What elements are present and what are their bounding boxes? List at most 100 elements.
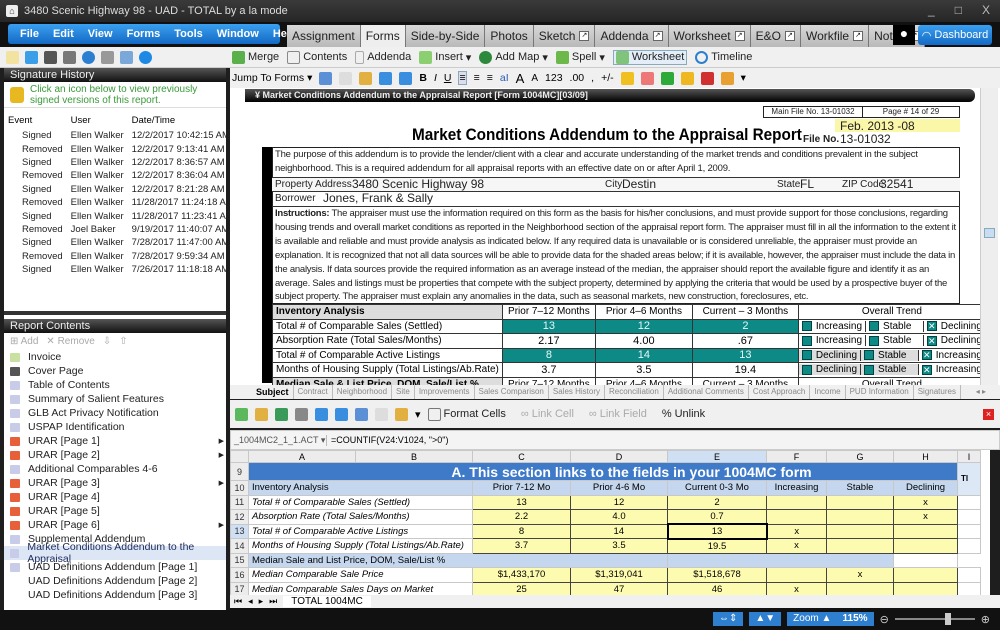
- sheet-cell[interactable]: [893, 523, 958, 539]
- sheet-cell[interactable]: 2.2: [472, 509, 571, 525]
- menu-file[interactable]: File: [20, 28, 39, 40]
- sheet-cell[interactable]: Declining: [893, 480, 958, 496]
- fit-icon[interactable]: ⇔⇕: [712, 612, 744, 626]
- row-number[interactable]: 15: [230, 552, 249, 568]
- sheet-cell[interactable]: Prior 4-6 Mo: [570, 480, 668, 496]
- align-left-icon[interactable]: ≡: [458, 71, 467, 85]
- sheet-cell[interactable]: [826, 581, 894, 595]
- italic-button[interactable]: I: [434, 72, 437, 84]
- signature-row[interactable]: Removed Ellen Walker 12/2/2017 8:36:04 AM: [4, 169, 226, 182]
- sheet-cell[interactable]: x: [893, 509, 958, 525]
- signature-row[interactable]: Signed Ellen Walker 12/2/2017 10:42:15 AM: [4, 129, 226, 142]
- sheet-cell[interactable]: Stable: [826, 480, 894, 496]
- report-item[interactable]: URAR [Page 5]: [4, 504, 226, 518]
- tab-sketch[interactable]: Sketch ↗: [533, 25, 596, 47]
- form-tab-signatures[interactable]: Signatures: [914, 385, 961, 399]
- row-number[interactable]: 11: [230, 494, 249, 510]
- column-i-header[interactable]: Tl: [957, 462, 981, 496]
- signature-row[interactable]: Removed Ellen Walker 11/28/2017 11:24:18 A…: [4, 196, 226, 209]
- tab-scroll-icon[interactable]: ◂ ▸: [972, 385, 990, 399]
- report-item[interactable]: USPAP Identification: [4, 420, 226, 434]
- redo-icon[interactable]: [399, 71, 413, 85]
- sheet-cell[interactable]: x: [893, 494, 958, 510]
- comment-yellow-icon[interactable]: [680, 71, 694, 85]
- menu-tools[interactable]: Tools: [174, 28, 203, 40]
- report-item[interactable]: URAR [Page 1] ▶: [4, 434, 226, 448]
- submenu-arrow-icon[interactable]: ▶: [219, 521, 224, 529]
- zoom-out-icon[interactable]: ⊖: [880, 613, 889, 626]
- signature-row[interactable]: Signed Ellen Walker 11/28/2017 11:23:41 AM: [4, 209, 226, 222]
- new-icon[interactable]: [6, 50, 19, 64]
- sheet-cell[interactable]: 8: [472, 523, 571, 539]
- open-sheet-icon[interactable]: [255, 407, 268, 421]
- trend-checkbox[interactable]: Stable: [865, 320, 923, 332]
- column-header[interactable]: E: [667, 450, 767, 463]
- sheet-cell[interactable]: [826, 523, 894, 539]
- contents-button[interactable]: Contents: [287, 50, 347, 64]
- pen-icon[interactable]: [101, 50, 114, 64]
- signature-row[interactable]: Removed Ellen Walker 7/28/2017 9:59:34 AM: [4, 250, 226, 263]
- sheet-cell[interactable]: [893, 581, 958, 595]
- sheet-cell[interactable]: [957, 538, 981, 554]
- last-sheet-icon[interactable]: ⏭: [269, 596, 277, 607]
- popout-icon[interactable]: ↗: [652, 31, 663, 41]
- sheet-cell[interactable]: 13: [472, 494, 571, 510]
- menu-view[interactable]: View: [88, 28, 113, 40]
- open-icon[interactable]: [25, 50, 38, 64]
- dashboard-button[interactable]: ◠ Dashboard: [918, 25, 992, 45]
- lock-icon[interactable]: [620, 71, 634, 85]
- sheet-cell[interactable]: [957, 494, 981, 510]
- popout-icon[interactable]: ↗: [734, 31, 745, 41]
- formula-input[interactable]: =COUNTIF(V24:V1024, ">0"): [327, 435, 448, 445]
- new-sheet-icon[interactable]: [235, 407, 248, 421]
- report-item[interactable]: Summary of Salient Features: [4, 392, 226, 406]
- trend-checkbox[interactable]: Stable: [860, 364, 918, 376]
- paste-icon[interactable]: [395, 407, 408, 421]
- remove-button[interactable]: ✕ Remove: [46, 336, 94, 347]
- sheet-cell[interactable]: [766, 509, 827, 525]
- link-field-button[interactable]: ∞ Link Field: [589, 408, 647, 420]
- align-center-icon[interactable]: ≡: [474, 72, 480, 84]
- unlink-button[interactable]: % Unlink: [662, 408, 705, 420]
- next-sheet-icon[interactable]: ▸: [259, 596, 264, 607]
- form-tab-income[interactable]: Income: [810, 385, 846, 399]
- form-tab-cost-approach[interactable]: Cost Approach: [749, 385, 811, 399]
- sheet-cell[interactable]: $1,518,678: [667, 567, 767, 583]
- trend-checkbox[interactable]: ✕ Increasing: [917, 364, 985, 376]
- sheet-cell[interactable]: 19.5: [667, 538, 767, 554]
- popout-icon[interactable]: ↗: [784, 31, 795, 41]
- sheet-cell[interactable]: x: [826, 567, 894, 583]
- globe-icon[interactable]: [82, 50, 95, 64]
- sheet-cell[interactable]: Median Comparable Sale Price: [248, 567, 473, 583]
- zoom-button[interactable]: Zoom ▲ 115%: [787, 612, 874, 626]
- merge-button[interactable]: Merge: [232, 50, 279, 64]
- column-header[interactable]: C: [472, 450, 571, 463]
- menu-window[interactable]: Window: [217, 28, 259, 40]
- number-format-button[interactable]: 123: [545, 72, 563, 84]
- font-decrease-icon[interactable]: A: [531, 73, 538, 84]
- col-datetime[interactable]: Date/Time: [128, 112, 226, 129]
- row-number[interactable]: 16: [230, 567, 249, 583]
- tab-assignment[interactable]: Assignment: [287, 25, 361, 47]
- print-icon[interactable]: [295, 407, 308, 421]
- select-all[interactable]: [230, 450, 249, 463]
- signature-row[interactable]: Signed Ellen Walker 12/2/2017 8:21:28 AM: [4, 183, 226, 196]
- column-header[interactable]: B: [355, 450, 473, 463]
- form-tab-pud-information[interactable]: PUD Information: [846, 385, 914, 399]
- sheet-cell[interactable]: Prior 7-12 Mo: [472, 480, 571, 496]
- autofit-icon[interactable]: aI: [500, 72, 509, 84]
- comma-button[interactable]: ,: [591, 72, 594, 84]
- column-header[interactable]: I: [957, 450, 981, 463]
- sheet-cell[interactable]: 12: [570, 494, 668, 510]
- report-item[interactable]: UAD Definitions Addendum [Page 2]: [4, 574, 226, 588]
- column-header[interactable]: D: [570, 450, 668, 463]
- trend-checkbox[interactable]: ✕ Declining: [922, 320, 985, 332]
- sheet-cell[interactable]: Absorption Rate (Total Sales/Months): [248, 509, 473, 525]
- sheet-cell[interactable]: [957, 567, 981, 583]
- comment-green-icon[interactable]: [660, 71, 674, 85]
- sheet-cell[interactable]: x: [766, 581, 827, 595]
- tab-workfile[interactable]: Workfile ↗: [800, 25, 870, 47]
- report-item[interactable]: Cover Page: [4, 364, 226, 378]
- report-item[interactable]: Invoice: [4, 350, 226, 364]
- trend-checkbox[interactable]: Increasing: [799, 335, 865, 346]
